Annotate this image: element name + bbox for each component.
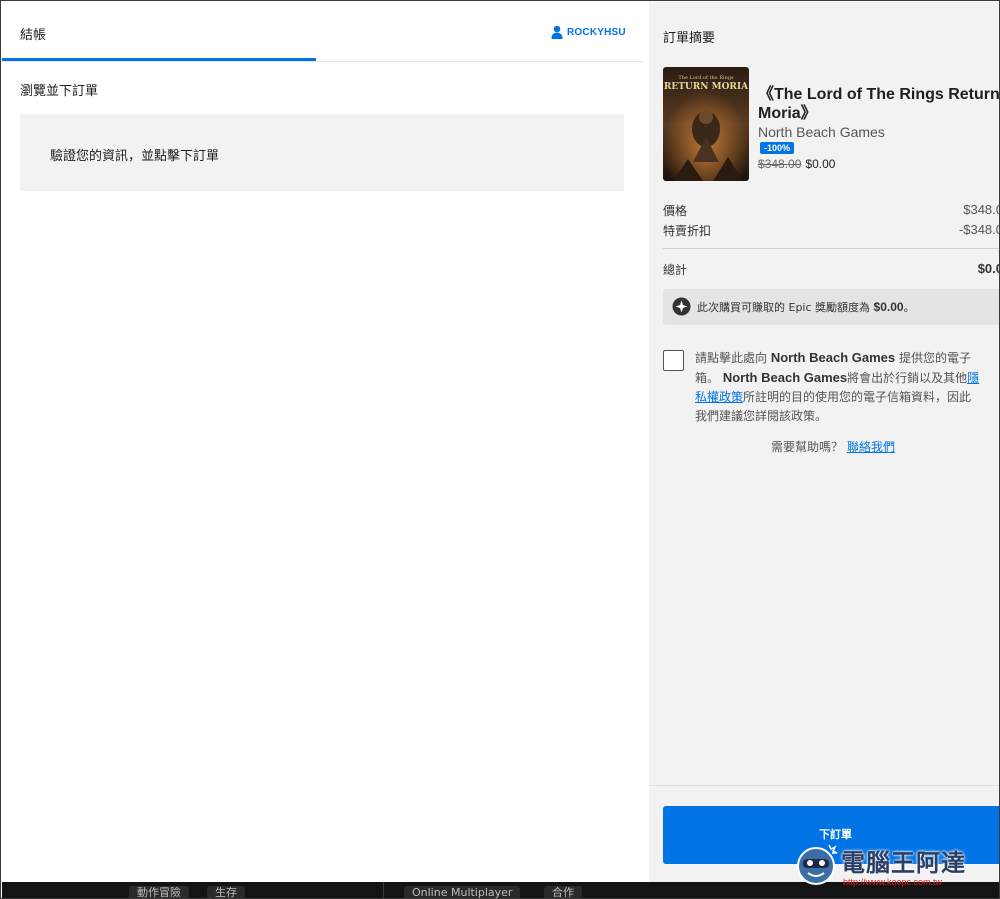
discount-badge: -100% [760, 142, 795, 154]
reward-amount: $0.00 [873, 300, 904, 314]
email-consent-checkbox[interactable] [663, 350, 684, 371]
tag-chip[interactable]: 合作 [544, 886, 582, 898]
total-label: 總計 [663, 263, 688, 277]
epic-reward-box: 此次購買可賺取的 Epic 獎勵額度為 $0.00。 [663, 289, 999, 325]
original-price: $348.00 [758, 157, 802, 171]
product-publisher: North Beach Games [758, 124, 885, 140]
order-summary-panel: 訂單摘要 The Lord of the Rings RETURN MORIA … [649, 2, 1000, 882]
epic-rewards-icon [672, 297, 691, 316]
product-title-line1: 《The Lord of The Rings Return [758, 86, 1000, 103]
section-title: 瀏覽並下訂單 [20, 84, 99, 99]
info-box: 驗證您的資訊，並點擊下訂單 [20, 114, 624, 191]
tag-chip[interactable]: 生存 [207, 886, 245, 898]
consent-l2-post: 將會出於行銷以及其他 [847, 371, 968, 385]
product-title-line2: Moria》 [758, 105, 817, 122]
app-frame: 結帳 ROCKYHSU 瀏覽並下訂單 驗證您的資訊，並點擊下訂單 訂單摘要 Th… [0, 0, 1000, 899]
product-title[interactable]: 《The Lord of The Rings Return Moria》 [758, 85, 1000, 123]
consent-l1-pre: 請點擊此處向 [695, 351, 768, 365]
reward-prefix: 此次購買可賺取的 Epic 獎勵額度為 [697, 301, 871, 314]
privacy-policy-link[interactable]: 私權政策 [695, 390, 743, 404]
user-account[interactable]: ROCKYHSU [551, 25, 626, 39]
watermark-mascot-icon [797, 844, 838, 885]
strip-separator [383, 882, 384, 898]
consent-l4: 我們建議您詳閱該政策。 [695, 409, 828, 423]
consent-l1-post: 提供您的電子 [898, 351, 971, 365]
cover-title-text: RETURN MORIA [664, 82, 749, 92]
svg-text:The Lord of the Rings: The Lord of the Rings [678, 75, 734, 81]
discount-value: -$348.0 [958, 222, 1000, 237]
tab-checkout[interactable]: 結帳 [20, 24, 46, 43]
reward-text: 此次購買可賺取的 Epic 獎勵額度為 $0.00。 [697, 299, 915, 315]
help-row: 需要幫助嗎？ 聯絡我們 [771, 438, 895, 455]
price-value: $348.0 [963, 202, 1000, 217]
current-price: $0.00 [805, 157, 836, 171]
checkout-panel: 結帳 ROCKYHSU 瀏覽並下訂單 驗證您的資訊，並點擊下訂單 [2, 2, 649, 882]
tag-chip[interactable]: 動作冒險 [129, 886, 189, 898]
user-icon [551, 25, 563, 39]
email-consent-text: 請點擊此處向 North Beach Games 提供您的電子 箱。 North… [695, 348, 999, 426]
consent-l2-pre: 箱。 [695, 371, 720, 385]
order-summary-title: 訂單摘要 [663, 31, 716, 46]
checkout-tabbar: 結帳 ROCKYHSU [2, 2, 643, 62]
watermark-text: 電腦王阿達 [841, 849, 966, 877]
watermark-url: http://www.koopc.com.tw [843, 877, 943, 887]
summary-divider [663, 248, 999, 249]
consent-publisher-1: North Beach Games [770, 350, 896, 365]
contact-us-link[interactable]: 聯絡我們 [847, 440, 895, 454]
help-text: 需要幫助嗎？ [771, 440, 844, 454]
privacy-policy-link-part1[interactable]: 隱 [967, 371, 979, 385]
game-cover-image: The Lord of the Rings RETURN MORIA [663, 67, 749, 181]
watermark: 電腦王阿達 http://www.koopc.com.tw [791, 833, 996, 893]
tag-chip[interactable]: Online Multiplayer [404, 886, 521, 898]
consent-l3-post: 所註明的目的使用您的電子信箱資料，因此 [743, 390, 972, 404]
product-price: $348.00 $0.00 [758, 157, 835, 171]
reward-suffix: 。 [903, 301, 915, 314]
price-label: 價格 [663, 204, 688, 218]
user-name: ROCKYHSU [567, 26, 626, 38]
consent-publisher-2: North Beach Games [722, 370, 848, 385]
discount-label: 特賣折扣 [663, 224, 712, 238]
total-value: $0.0 [977, 261, 999, 276]
info-message: 驗證您的資訊，並點擊下訂單 [50, 149, 220, 164]
tab-active-indicator [2, 58, 316, 61]
